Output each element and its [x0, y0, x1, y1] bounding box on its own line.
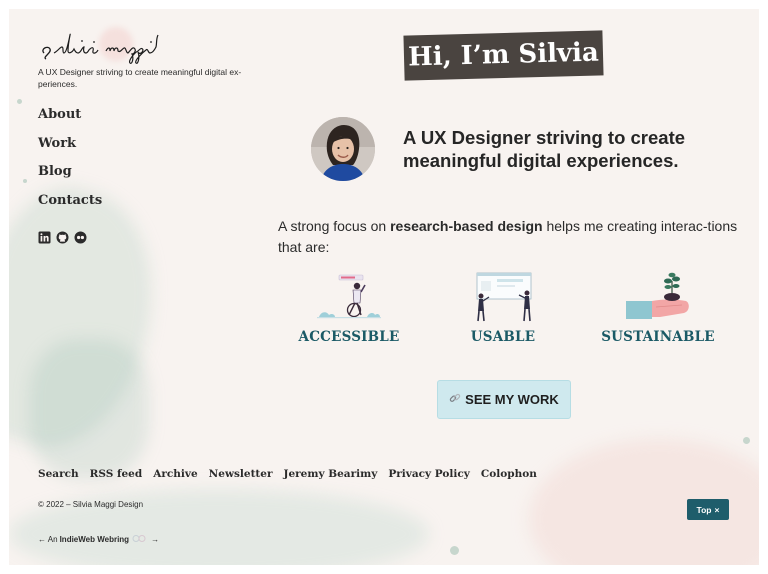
- feature-label-usable: USABLE: [470, 329, 536, 345]
- flickr-icon[interactable]: [74, 231, 87, 244]
- nav-item-work[interactable]: Work: [38, 135, 102, 164]
- close-icon: ×: [714, 504, 720, 515]
- footer-link-search[interactable]: Search: [38, 468, 79, 480]
- accessible-illustration-icon: [317, 274, 381, 319]
- social-links: [38, 231, 87, 244]
- hero-title: Hi, I’m Silvia: [403, 30, 604, 81]
- hero-headline: A UX Designer striving to create meaning…: [403, 127, 686, 171]
- linkedin-icon[interactable]: [38, 231, 51, 244]
- feature-accessible: ACCESSIBLE: [289, 271, 409, 345]
- footer-link-jeremy-bearimy[interactable]: Jeremy Bearimy: [283, 468, 377, 480]
- decorative-wash: [29, 339, 149, 479]
- decorative-dot: [743, 437, 750, 444]
- see-my-work-label: SEE MY WORK: [465, 392, 559, 407]
- top-label: Top: [696, 504, 712, 515]
- copyright: © 2022 – Silvia Maggi Design: [38, 500, 144, 509]
- see-my-work-button[interactable]: SEE MY WORK: [437, 380, 571, 419]
- back-to-top-button[interactable]: Top ×: [687, 499, 729, 520]
- webring-prev-link[interactable]: ← An: [38, 535, 58, 544]
- decorative-dot: [23, 179, 27, 183]
- site-tagline: A UX Designer striving to create meaning…: [38, 67, 242, 89]
- github-icon[interactable]: [56, 231, 69, 244]
- webring-next-link[interactable]: →: [151, 535, 159, 544]
- footer-link-privacy[interactable]: Privacy Policy: [388, 468, 470, 480]
- feature-label-accessible: ACCESSIBLE: [298, 329, 400, 345]
- footer-link-newsletter[interactable]: Newsletter: [209, 468, 273, 480]
- decorative-dot: [450, 546, 459, 555]
- footer-nav: Search RSS feed Archive Newsletter Jerem…: [38, 468, 537, 480]
- page-frame: A UX Designer striving to create meaning…: [9, 9, 759, 565]
- nav-item-about[interactable]: About: [38, 106, 102, 135]
- footer-link-archive[interactable]: Archive: [153, 468, 197, 480]
- feature-label-sustainable: SUSTAINABLE: [601, 329, 715, 345]
- sustainable-illustration-icon: [626, 272, 689, 319]
- main-nav: About Work Blog Contacts: [38, 106, 102, 220]
- webring-logo-icon: [131, 534, 149, 545]
- intro-text-start: A strong focus on: [278, 218, 391, 234]
- site-logo[interactable]: [38, 23, 188, 69]
- intro-highlight: research-based design: [390, 218, 543, 234]
- footer-link-rss[interactable]: RSS feed: [90, 468, 143, 480]
- decorative-dot: [17, 99, 22, 104]
- link-icon: [449, 392, 461, 407]
- nav-item-blog[interactable]: Blog: [38, 163, 102, 192]
- webring: ← An IndieWeb Webring →: [38, 534, 159, 545]
- intro-paragraph: A strong focus on research-based design …: [278, 216, 738, 258]
- footer-link-colophon[interactable]: Colophon: [481, 468, 537, 480]
- feature-usable: USABLE: [443, 271, 563, 345]
- usable-illustration-icon: [476, 272, 532, 322]
- nav-item-contacts[interactable]: Contacts: [38, 192, 102, 221]
- avatar: [311, 117, 375, 181]
- webring-name[interactable]: IndieWeb Webring: [60, 535, 129, 544]
- feature-sustainable: SUSTAINABLE: [598, 271, 718, 345]
